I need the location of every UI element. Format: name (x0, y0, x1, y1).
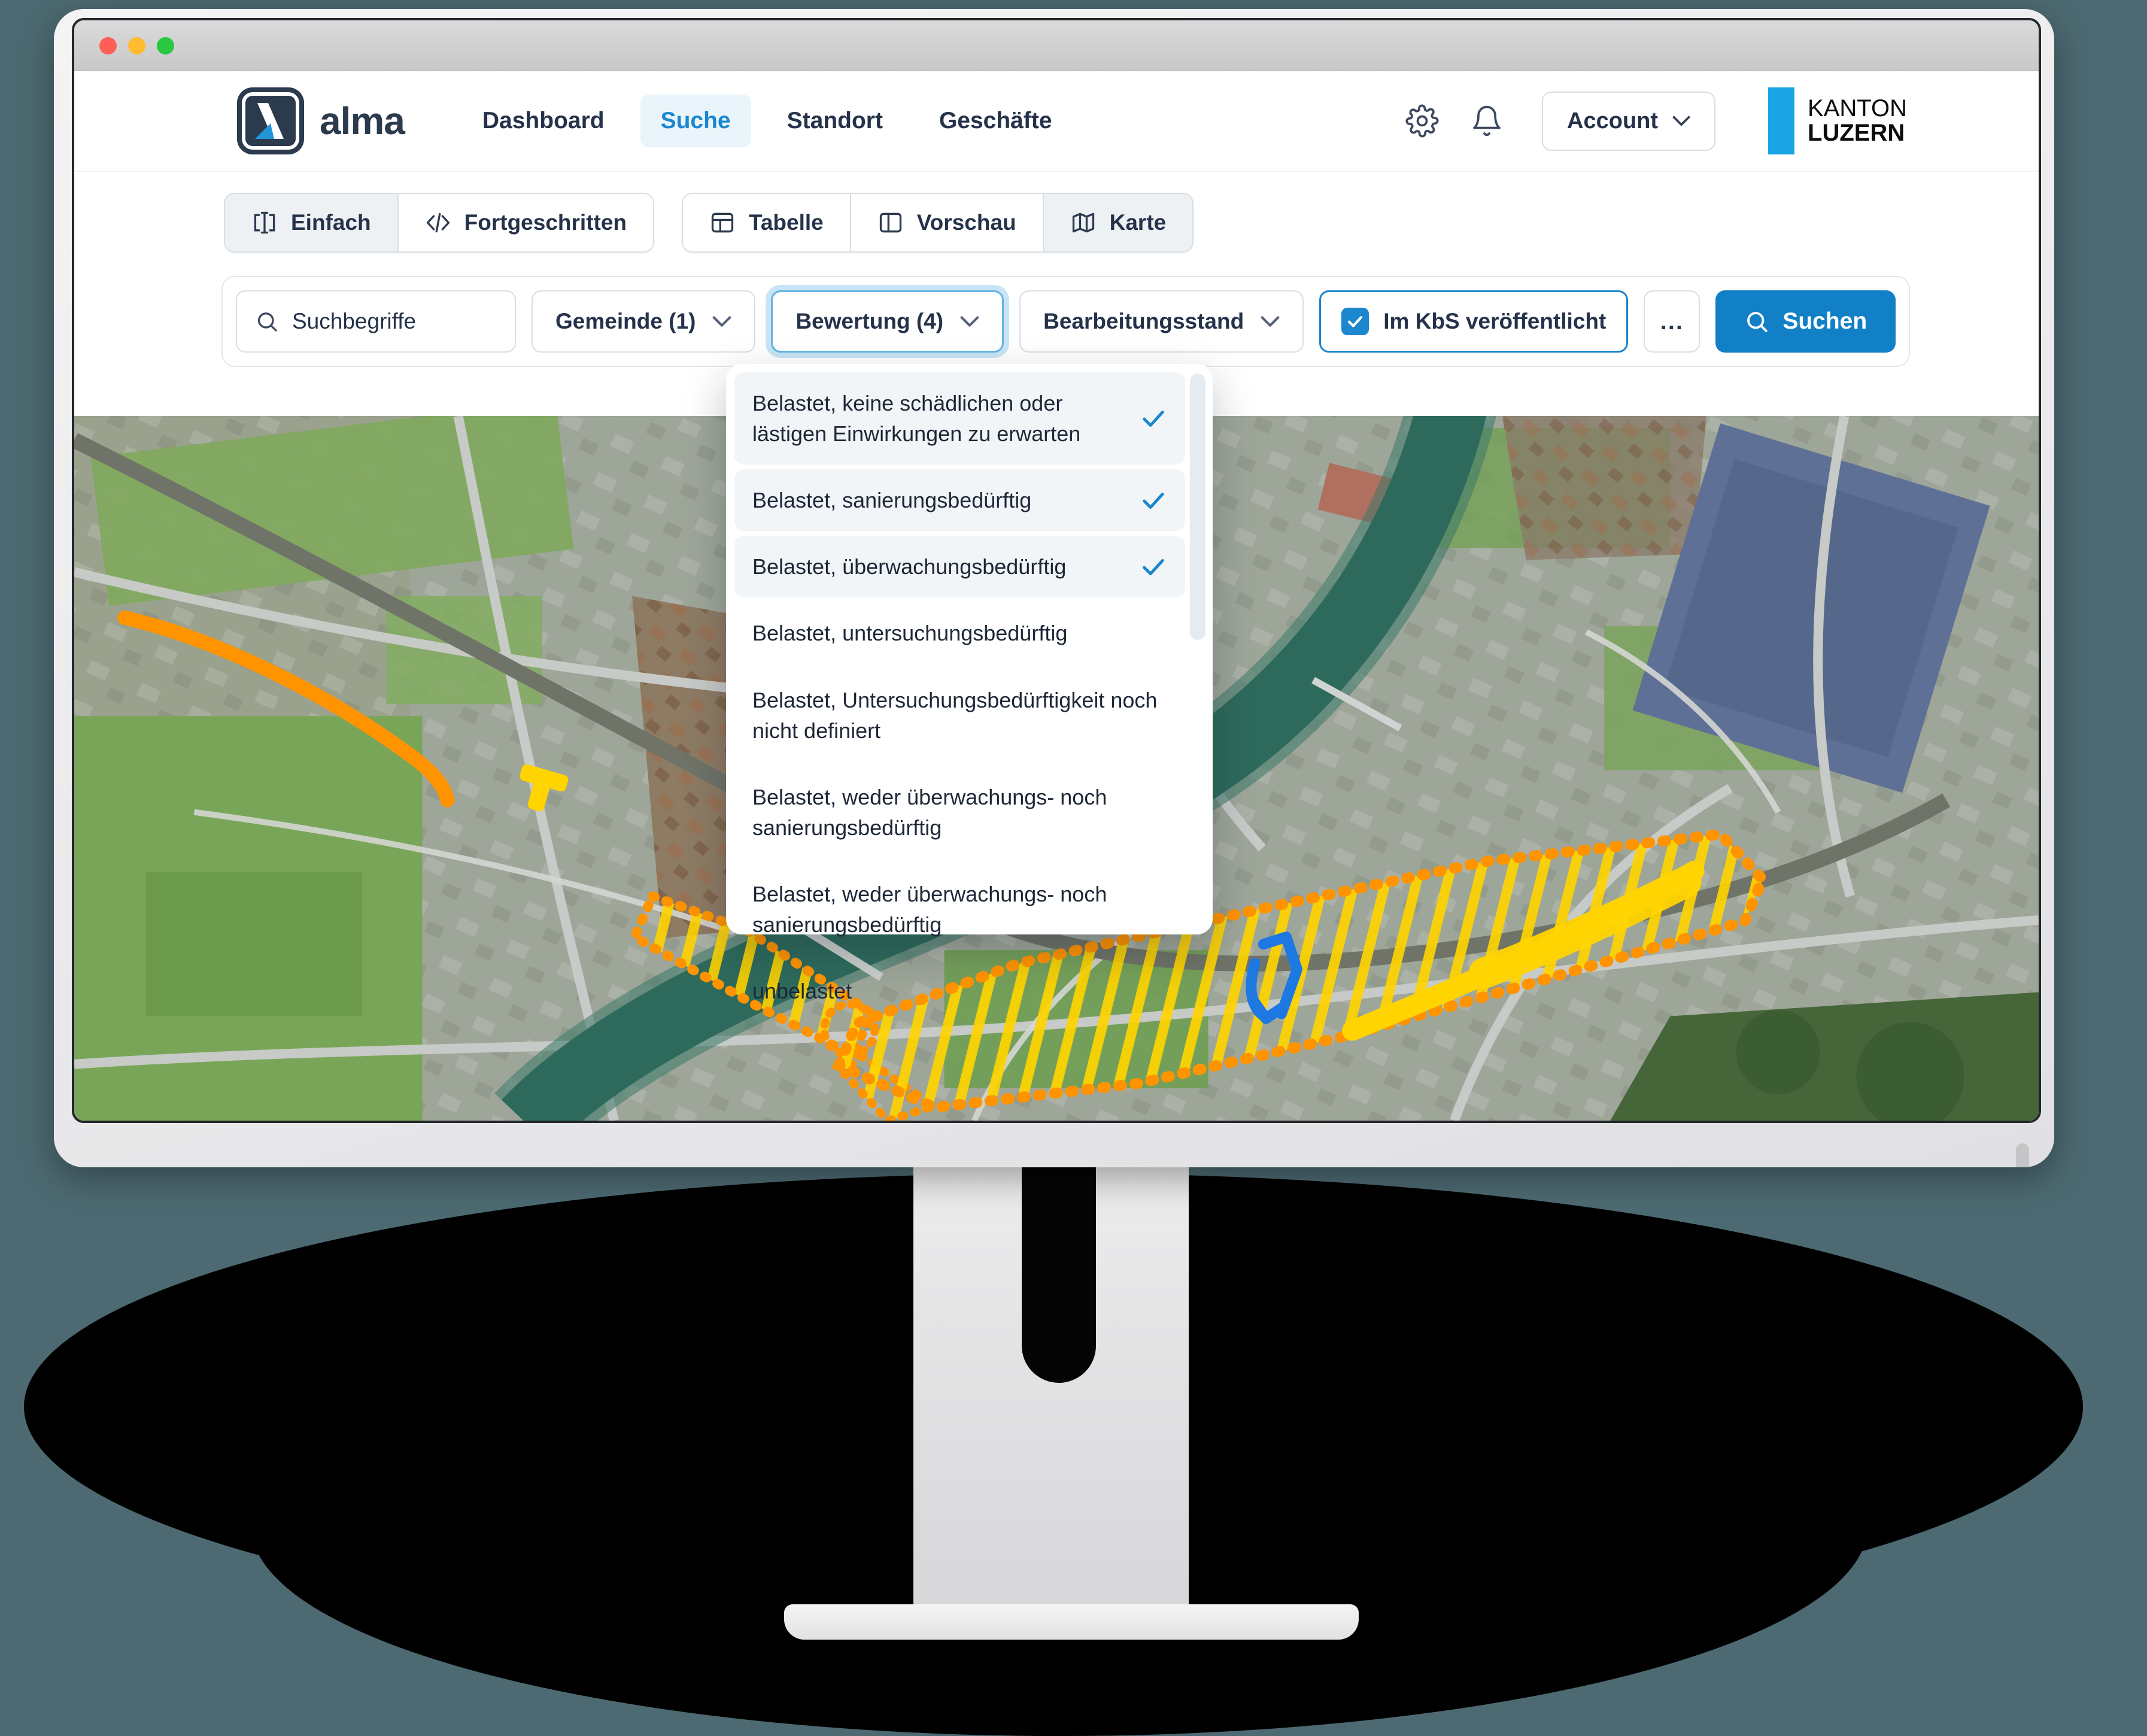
text-cursor-icon (251, 210, 278, 236)
bewertung-options-dropdown: Belastet, keine schädlichen oder lästige… (726, 364, 1213, 934)
dropdown-option[interactable]: Belastet, untersuchungsbedürftig (734, 602, 1185, 664)
toggle-vorschau-label: Vorschau (917, 210, 1016, 235)
filter-bewertung-dropdown[interactable]: Bewertung (4) (771, 290, 1004, 353)
search-mode-toggle: Einfach Fortgeschritten (224, 193, 654, 253)
option-label: Belastet, weder überwachungs- noch sanie… (752, 782, 1167, 843)
nav-item-dashboard[interactable]: Dashboard (462, 95, 625, 147)
alma-logo-icon (237, 87, 304, 154)
chevron-down-icon (1261, 315, 1280, 327)
dropdown-option[interactable]: Belastet, keine schädlichen oder lästige… (734, 372, 1185, 465)
nav-item-geschaefte[interactable]: Geschäfte (919, 95, 1073, 147)
header-right: Account KANTON LUZERN (1374, 87, 1907, 154)
filter-bar: Gemeinde (1) Bewertung (4) Bearbeitungss… (221, 276, 1910, 367)
check-icon (1140, 487, 1167, 514)
toggle-karte[interactable]: Karte (1043, 194, 1193, 251)
dropdown-scrollbar[interactable] (1190, 374, 1205, 640)
notifications-bell-icon[interactable] (1470, 104, 1504, 138)
toggle-einfach[interactable]: Einfach (225, 194, 397, 251)
close-window-button[interactable] (99, 37, 117, 54)
brand-name: alma (320, 99, 405, 143)
kanton-logo-line1: KANTON (1808, 96, 1907, 121)
map-icon (1070, 210, 1097, 236)
bewertung-options-list: Belastet, keine schädlichen oder lästige… (734, 372, 1185, 1022)
option-label: Belastet, keine schädlichen oder lästige… (752, 388, 1128, 449)
account-label: Account (1567, 108, 1658, 134)
filter-gemeinde-dropdown[interactable]: Gemeinde (1) (532, 290, 755, 353)
toggle-fortgeschritten-label: Fortgeschritten (464, 210, 627, 235)
option-label: Belastet, Untersuchungsbedürftigkeit noc… (752, 685, 1167, 746)
filter-bearbeitungsstand-dropdown[interactable]: Bearbeitungsstand (1019, 290, 1304, 353)
suchen-button-label: Suchen (1782, 308, 1867, 335)
dropdown-option[interactable]: Belastet, weder überwachungs- noch sanie… (734, 863, 1185, 955)
dropdown-option[interactable]: unbelastet (734, 960, 1185, 1022)
brand[interactable]: alma (237, 87, 405, 154)
search-input[interactable] (291, 308, 497, 335)
settings-gear-icon[interactable] (1405, 104, 1439, 138)
search-icon (255, 309, 279, 333)
option-label: unbelastet (752, 976, 1167, 1006)
toggle-tabelle-label: Tabelle (749, 210, 824, 235)
split-view-icon (877, 210, 904, 236)
option-label: Belastet, untersuchungsbedürftig (752, 618, 1167, 648)
nav-item-standort[interactable]: Standort (767, 95, 903, 147)
dropdown-option[interactable]: Belastet, weder überwachungs- noch sanie… (734, 766, 1185, 858)
nav-item-suche[interactable]: Suche (640, 95, 751, 147)
kbs-published-label: Im KbS veröffentlicht (1383, 309, 1606, 334)
toggle-karte-label: Karte (1110, 210, 1167, 235)
zoom-window-button[interactable] (157, 37, 174, 54)
view-toolbar: Einfach Fortgeschritten Tabelle (74, 172, 2039, 274)
account-menu-button[interactable]: Account (1542, 92, 1715, 151)
option-label: Belastet, überwachungsbedürftig (752, 551, 1128, 582)
dropdown-option[interactable]: Belastet, sanierungsbedürftig (734, 469, 1185, 531)
monitor-power-button (2016, 1143, 2029, 1167)
monitor-bezel: alma Dashboard Suche Standort Geschäfte (54, 9, 2054, 1167)
kanton-logo-line2: LUZERN (1808, 121, 1907, 145)
filter-bewertung-label: Bewertung (4) (795, 309, 943, 334)
search-field[interactable] (236, 290, 516, 353)
app-header: alma Dashboard Suche Standort Geschäfte (74, 71, 2039, 172)
option-label: Belastet, weder überwachungs- noch sanie… (752, 879, 1167, 940)
toggle-fortgeschritten[interactable]: Fortgeschritten (397, 194, 653, 251)
filter-bearbeitungsstand-label: Bearbeitungsstand (1043, 309, 1244, 334)
toggle-tabelle[interactable]: Tabelle (683, 194, 850, 251)
suchen-button[interactable]: Suchen (1715, 290, 1896, 353)
kanton-logo-bar (1768, 87, 1794, 154)
option-label: Belastet, sanierungsbedürftig (752, 485, 1128, 515)
monitor-stand-base (784, 1604, 1359, 1640)
code-icon (425, 210, 451, 236)
filter-gemeinde-label: Gemeinde (1) (555, 309, 696, 334)
kbs-published-checkbox[interactable]: Im KbS veröffentlicht (1319, 290, 1628, 353)
main-nav: Dashboard Suche Standort Geschäfte (462, 95, 1073, 147)
more-filters-button[interactable]: ... (1644, 290, 1700, 353)
table-icon (709, 210, 736, 236)
check-icon (1140, 405, 1167, 432)
kanton-luzern-logo: KANTON LUZERN (1768, 87, 1907, 154)
search-icon (1744, 309, 1769, 334)
checkbox-checked-icon (1341, 308, 1369, 335)
toggle-vorschau[interactable]: Vorschau (850, 194, 1043, 251)
result-view-toggle: Tabelle Vorschau Karte (682, 193, 1194, 253)
dropdown-option[interactable]: Belastet, überwachungsbedürftig (734, 536, 1185, 597)
toggle-einfach-label: Einfach (291, 210, 371, 235)
window-titlebar (74, 20, 2039, 71)
chevron-down-icon (960, 315, 979, 327)
check-icon (1140, 553, 1167, 581)
chevron-down-icon (712, 315, 731, 327)
monitor-stand-cable-slot (1022, 1164, 1096, 1383)
minimize-window-button[interactable] (128, 37, 145, 54)
dropdown-option[interactable]: Belastet, Untersuchungsbedürftigkeit noc… (734, 669, 1185, 761)
monitor-stand-column (913, 1164, 1189, 1607)
